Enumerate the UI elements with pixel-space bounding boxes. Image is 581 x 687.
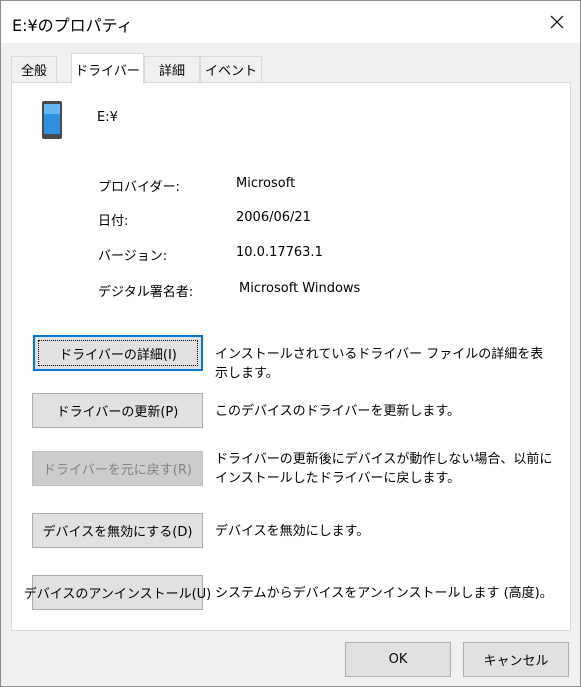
portable-device-icon xyxy=(42,101,62,139)
window-title: E:¥のプロパティ xyxy=(12,16,133,35)
tab-label: 詳細 xyxy=(158,64,185,79)
provider-label: プロバイダー: xyxy=(98,180,180,195)
driver-panel: E:¥ プロバイダー: Microsoft 日付: 2006/06/21 バージ… xyxy=(11,82,571,631)
button-label: ドライバーの詳細(I) xyxy=(38,340,198,366)
rollback-driver-button[interactable]: ドライバーを元に戻す(R) xyxy=(32,451,203,486)
tab-label: イベント xyxy=(204,64,257,79)
close-icon xyxy=(550,15,564,29)
disable-device-button[interactable]: デバイスを無効にする(D) xyxy=(32,513,203,548)
tab-events[interactable]: イベント xyxy=(200,56,262,82)
version-value: 10.0.17763.1 xyxy=(236,245,323,260)
update-driver-button[interactable]: ドライバーの更新(P) xyxy=(32,393,203,428)
uninstall-device-description: システムからデバイスをアンインストールします (高度)。 xyxy=(215,586,553,601)
cancel-button[interactable]: キャンセル xyxy=(463,642,569,677)
signer-value: Microsoft Windows xyxy=(239,281,361,296)
uninstall-device-button[interactable]: デバイスのアンインストール(U) xyxy=(24,575,211,610)
device-name: E:¥ xyxy=(97,110,118,125)
update-driver-description: このデバイスのドライバーを更新します。 xyxy=(215,404,461,419)
tab-general[interactable]: 全般 xyxy=(11,56,57,82)
tab-driver[interactable]: ドライバー xyxy=(71,53,144,84)
date-label: 日付: xyxy=(98,214,129,229)
tab-label: 全般 xyxy=(20,64,47,79)
tab-label: ドライバー xyxy=(75,63,140,79)
signer-label: デジタル署名者: xyxy=(98,285,194,300)
driver-details-button[interactable]: ドライバーの詳細(I) xyxy=(33,335,203,371)
provider-value: Microsoft xyxy=(236,176,296,191)
close-button[interactable] xyxy=(534,1,580,43)
version-label: バージョン: xyxy=(98,249,168,264)
rollback-driver-description: ドライバーの更新後にデバイスが動作しない場合、以前にインストールしたドライバーに… xyxy=(215,452,553,486)
disable-device-description: デバイスを無効にします。 xyxy=(215,524,370,539)
title-bar: E:¥のプロパティ xyxy=(1,1,580,43)
driver-details-description: インストールされているドライバー ファイルの詳細を表示します。 xyxy=(215,347,544,381)
properties-dialog: E:¥のプロパティ 全般 ドライバー 詳細 イベント E:¥ プロバイダー: M… xyxy=(0,0,581,687)
tab-details[interactable]: 詳細 xyxy=(144,56,200,82)
ok-button[interactable]: OK xyxy=(345,642,451,677)
date-value: 2006/06/21 xyxy=(236,210,311,225)
